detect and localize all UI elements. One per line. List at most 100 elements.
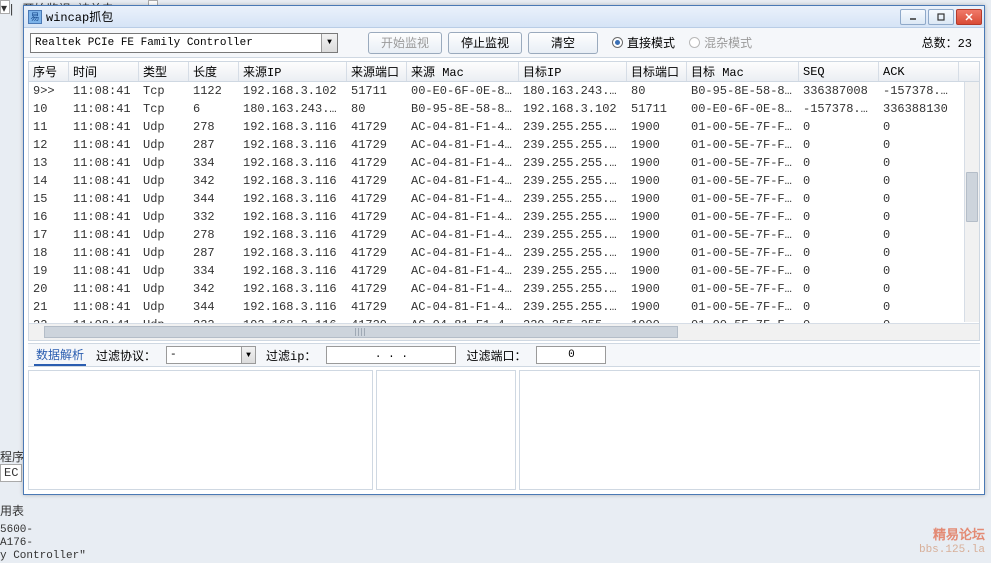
cell: 1900 [627, 156, 687, 170]
cell: 12 [29, 138, 69, 152]
cell: 41729 [347, 156, 407, 170]
cell: AC-04-81-F1-4... [407, 228, 519, 242]
cell: 239.255.255.250 [519, 282, 627, 296]
clear-button[interactable]: 清空 [528, 32, 598, 54]
table-row[interactable]: 2211:08:41Udp332192.168.3.11641729AC-04-… [29, 316, 979, 323]
cell: 11:08:41 [69, 228, 139, 242]
cell: 01-00-5E-7F-F... [687, 120, 799, 134]
cell: Udp [139, 120, 189, 134]
table-row[interactable]: 1811:08:41Udp287192.168.3.11641729AC-04-… [29, 244, 979, 262]
cell: 0 [799, 246, 879, 260]
column-header[interactable]: 序号 [29, 62, 69, 81]
bg-text: A176- [0, 537, 33, 549]
table-row[interactable]: 1911:08:41Udp334192.168.3.11641729AC-04-… [29, 262, 979, 280]
close-button[interactable] [956, 9, 982, 25]
cell: Udp [139, 264, 189, 278]
cell: 20 [29, 282, 69, 296]
cell: Tcp [139, 102, 189, 116]
cell: AC-04-81-F1-4... [407, 282, 519, 296]
cell: 239.255.255.250 [519, 300, 627, 314]
column-header[interactable]: 目标IP [519, 62, 627, 81]
cell: 0 [799, 192, 879, 206]
column-header[interactable]: 来源 Mac [407, 62, 519, 81]
table-row[interactable]: 1711:08:41Udp278192.168.3.11641729AC-04-… [29, 226, 979, 244]
mode-direct-radio[interactable]: 直接模式 [612, 34, 675, 51]
mode-promisc-radio[interactable]: 混杂模式 [689, 34, 752, 51]
tab-parse[interactable]: 数据解析 [34, 344, 86, 366]
stop-button[interactable]: 停止监视 [448, 32, 522, 54]
cell: 51711 [347, 84, 407, 98]
nic-select[interactable]: Realtek PCIe FE Family Controller ▼ [30, 33, 338, 53]
column-header[interactable]: 来源IP [239, 62, 347, 81]
cell: 192.168.3.102 [519, 102, 627, 116]
cell: 41729 [347, 210, 407, 224]
chevron-down-icon: ▼ [321, 34, 337, 52]
table-row[interactable]: 1311:08:41Udp334192.168.3.11641729AC-04-… [29, 154, 979, 172]
cell: 13 [29, 156, 69, 170]
cell: 344 [189, 192, 239, 206]
cell: 287 [189, 246, 239, 260]
cell: 18 [29, 246, 69, 260]
table-row[interactable]: 1611:08:41Udp332192.168.3.11641729AC-04-… [29, 208, 979, 226]
cell: 01-00-5E-7F-F... [687, 282, 799, 296]
cell: 342 [189, 174, 239, 188]
cell: 192.168.3.116 [239, 138, 347, 152]
cell: Udp [139, 228, 189, 242]
cell: 9>> [29, 84, 69, 98]
column-header[interactable]: 类型 [139, 62, 189, 81]
column-header[interactable]: 时间 [69, 62, 139, 81]
radio-off-icon [689, 37, 700, 48]
bg-text: 程序 [0, 448, 24, 465]
table-row[interactable]: 9>>11:08:41Tcp1122192.168.3.1025171100-E… [29, 82, 979, 100]
cell: 01-00-5E-7F-F... [687, 138, 799, 152]
scrollbar-thumb[interactable] [966, 172, 978, 222]
cell: 41729 [347, 138, 407, 152]
filter-proto-select[interactable]: - ▼ [166, 346, 256, 364]
cell: 342 [189, 282, 239, 296]
table-row[interactable]: 1511:08:41Udp344192.168.3.11641729AC-04-… [29, 190, 979, 208]
table-row[interactable]: 2111:08:41Udp344192.168.3.11641729AC-04-… [29, 298, 979, 316]
cell: 0 [879, 264, 959, 278]
filter-port-input[interactable]: 0 [536, 346, 606, 364]
scrollbar-thumb[interactable] [44, 326, 678, 338]
titlebar[interactable]: 易 wincap抓包 [24, 6, 984, 28]
cell: AC-04-81-F1-4... [407, 192, 519, 206]
cell: 192.168.3.116 [239, 282, 347, 296]
cell: 41729 [347, 192, 407, 206]
minimize-button[interactable] [900, 9, 926, 25]
table-row[interactable]: 1011:08:41Tcp6180.163.243.10880B0-95-8E-… [29, 100, 979, 118]
cell: 0 [879, 138, 959, 152]
cell: 1900 [627, 138, 687, 152]
cell: 332 [189, 210, 239, 224]
vertical-scrollbar[interactable] [964, 82, 979, 322]
column-header[interactable]: SEQ [799, 62, 879, 81]
cell: 19 [29, 264, 69, 278]
cell: 192.168.3.116 [239, 210, 347, 224]
horizontal-scrollbar[interactable] [29, 323, 979, 340]
detail-panel-right[interactable] [519, 370, 980, 490]
radio-on-icon [612, 37, 623, 48]
cell: B0-95-8E-58-8... [687, 84, 799, 98]
cell: 192.168.3.116 [239, 246, 347, 260]
column-header[interactable]: 来源端口 [347, 62, 407, 81]
cell: 0 [879, 174, 959, 188]
column-header[interactable]: ACK [879, 62, 959, 81]
column-header[interactable]: 目标端口 [627, 62, 687, 81]
table-row[interactable]: 1111:08:41Udp278192.168.3.11641729AC-04-… [29, 118, 979, 136]
cell: 239.255.255.250 [519, 120, 627, 134]
detail-panel-mid[interactable] [376, 370, 516, 490]
table-body[interactable]: 9>>11:08:41Tcp1122192.168.3.1025171100-E… [29, 82, 979, 323]
table-row[interactable]: 1211:08:41Udp287192.168.3.11641729AC-04-… [29, 136, 979, 154]
table-row[interactable]: 2011:08:41Udp342192.168.3.11641729AC-04-… [29, 280, 979, 298]
cell: 336388130 [879, 102, 959, 116]
cell: 239.255.255.250 [519, 138, 627, 152]
column-header[interactable]: 目标 Mac [687, 62, 799, 81]
column-header[interactable]: 长度 [189, 62, 239, 81]
cell: 278 [189, 228, 239, 242]
table-row[interactable]: 1411:08:41Udp342192.168.3.11641729AC-04-… [29, 172, 979, 190]
maximize-button[interactable] [928, 9, 954, 25]
cell: 239.255.255.250 [519, 264, 627, 278]
detail-panel-left[interactable] [28, 370, 373, 490]
filter-ip-input[interactable]: . . . [326, 346, 456, 364]
start-button[interactable]: 开始监视 [368, 32, 442, 54]
